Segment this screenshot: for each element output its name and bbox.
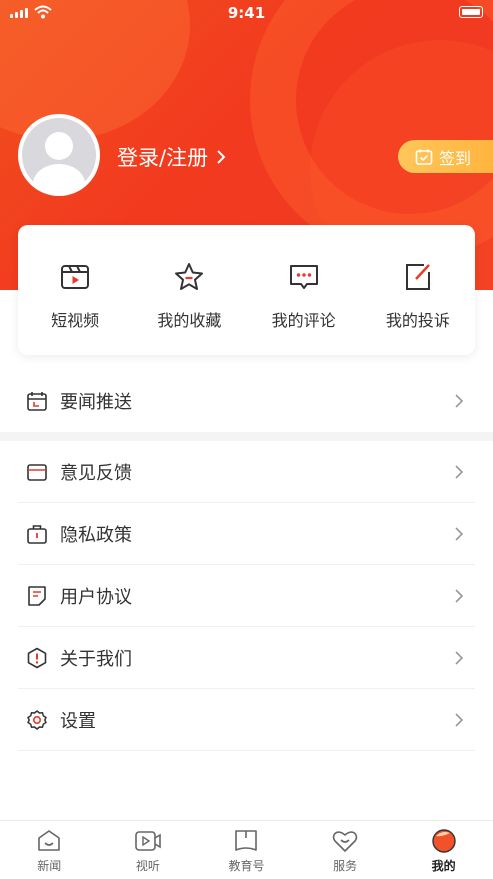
chevron-right-icon (455, 712, 464, 727)
quick-complaints[interactable]: 我的投诉 (361, 225, 475, 355)
menu-label: 意见反馈 (60, 462, 132, 484)
video-clip-icon (61, 265, 90, 289)
news-icon (38, 830, 61, 851)
section-divider (0, 432, 493, 441)
quick-label: 我的评论 (271, 311, 336, 330)
menu-news-push[interactable]: 要闻推送 (18, 370, 475, 432)
quick-comments[interactable]: 我的评论 (247, 225, 361, 355)
battery-icon (459, 6, 483, 18)
quick-actions-card: 短视频 我的收藏 我的评论 我的投诉 (18, 225, 475, 355)
comment-icon (289, 265, 318, 289)
chevron-right-icon (455, 588, 464, 603)
signin-label: 签到 (439, 148, 472, 168)
quick-short-video[interactable]: 短视频 (18, 225, 132, 355)
profile-page: 9:41 登录/注册 签到 短视频 我的收藏 我的评论 我的投诉 要闻推送 意见… (0, 0, 493, 879)
mail-icon (27, 463, 47, 481)
quick-favorites[interactable]: 我的收藏 (132, 225, 246, 355)
tab-label: 教育号 (228, 859, 265, 873)
menu-privacy[interactable]: 隐私政策 (18, 503, 475, 565)
chevron-right-icon (455, 526, 464, 541)
bottom-tab-bar: 新闻 视听 教育号 服务 我的 (0, 820, 493, 879)
calendar-check-icon (415, 149, 433, 165)
status-bar: 9:41 (0, 0, 493, 26)
quick-label: 短视频 (51, 311, 100, 330)
gear-icon (27, 709, 47, 730)
login-register-link[interactable]: 登录/注册 (117, 142, 226, 172)
document-icon (28, 585, 46, 606)
menu-feedback[interactable]: 意见反馈 (18, 441, 475, 503)
menu-settings[interactable]: 设置 (18, 689, 475, 751)
tab-label: 服务 (333, 859, 358, 873)
menu-label: 设置 (60, 710, 96, 732)
tab-mine[interactable]: 我的 (394, 821, 493, 879)
info-shield-icon (27, 647, 47, 668)
book-icon (235, 830, 258, 851)
menu-label: 隐私政策 (60, 524, 132, 546)
play-icon (135, 831, 161, 851)
tab-audio-video[interactable]: 视听 (99, 821, 198, 879)
tab-label: 我的 (431, 859, 456, 873)
star-icon (175, 263, 204, 290)
heart-icon (332, 831, 358, 852)
menu-label: 关于我们 (60, 648, 132, 670)
tab-services[interactable]: 服务 (296, 821, 395, 879)
chevron-right-icon (455, 394, 464, 408)
avatar[interactable] (18, 114, 100, 196)
tab-education[interactable]: 教育号 (197, 821, 296, 879)
menu-about[interactable]: 关于我们 (18, 627, 475, 689)
menu-label: 要闻推送 (60, 392, 132, 413)
briefcase-icon (27, 524, 47, 544)
edit-icon (405, 264, 430, 290)
chevron-right-icon (217, 150, 226, 164)
chevron-right-icon (455, 650, 464, 665)
signin-button[interactable]: 签到 (398, 140, 493, 173)
tab-news[interactable]: 新闻 (0, 821, 99, 879)
status-time: 9:41 (227, 4, 266, 22)
chevron-right-icon (455, 464, 464, 479)
tab-label: 视听 (135, 859, 160, 873)
quick-label: 我的收藏 (157, 311, 222, 330)
profile-icon (431, 829, 456, 853)
menu-label: 用户协议 (60, 586, 132, 608)
menu-agreement[interactable]: 用户协议 (18, 565, 475, 627)
tab-label: 新闻 (37, 859, 62, 873)
login-label: 登录/注册 (117, 146, 209, 170)
calendar-icon (27, 392, 47, 411)
quick-label: 我的投诉 (385, 311, 450, 330)
default-avatar-icon (22, 118, 96, 192)
